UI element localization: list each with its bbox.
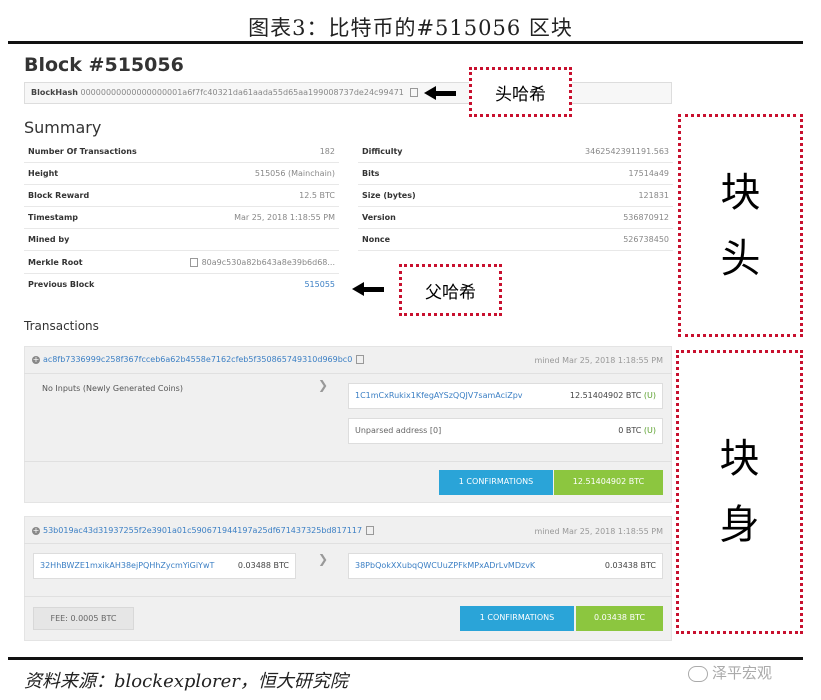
summary-row: Version 536870912 [358,207,673,229]
summary-label: Mined by [28,235,70,244]
copy-icon[interactable] [356,355,365,364]
callout-block-body-line2: 身 [719,502,760,548]
summary-value: 536870912 [623,213,669,222]
summary-label: Size (bytes) [362,191,416,200]
summary-row: Nonce 526738450 [358,229,673,251]
watermark-text: 泽平宏观 [712,664,773,682]
previous-block-link[interactable]: 515055 [304,274,335,296]
merkle-root-value[interactable]: 80a9c530a82b643a8e39b6d68... [189,252,335,274]
tx-hash-row: + ac8fb7336999c258f367fcceb6a62b4558e7162… [32,355,365,364]
total-amount-button[interactable]: 12.51404902 BTC [554,470,663,495]
transactions-title: Transactions [24,319,99,333]
callout-block-body-line1: 块 [719,436,760,482]
callout-parent-hash: 父哈希 [399,264,502,316]
summary-row: Bits 17514a49 [358,163,673,185]
fee-badge: FEE: 0.0005 BTC [33,607,134,630]
callout-block-header-line2: 头 [720,235,761,282]
summary-value: 526738450 [623,235,669,244]
summary-row: Timestamp Mar 25, 2018 1:18:55 PM [24,207,339,229]
tx-output-row: 38PbQokXXubqQWCUuZPFkMPxADrLvMDzvK 0.034… [348,553,663,579]
tx-hash-link[interactable]: 53b019ac43d31937255f2e3901a01c5906719441… [43,526,362,535]
figure-title: 图表3：比特币的#515056 区块 [248,16,573,40]
divider [24,461,672,462]
tx-inputs: No Inputs (Newly Generated Coins) [42,384,183,393]
summary-label: Previous Block [28,280,95,289]
tx-output-row: Unparsed address [0] 0 BTC (U) [348,418,663,444]
summary-row: Number Of Transactions 182 [24,141,339,163]
tx-output-flag: (U) [643,426,656,435]
summary-row: Previous Block 515055 [24,274,339,296]
tx-output-row: 1C1mCxRukix1KfegAYSzQQJV7samAciZpv 12.51… [348,383,663,409]
summary-label: Number Of Transactions [28,147,137,156]
tx-mined-time: mined Mar 25, 2018 1:18:55 PM [534,356,663,365]
block-hash-box: BlockHash 00000000000000000001a6f7fc4032… [24,82,672,104]
summary-label: Difficulty [362,147,403,156]
confirmations-button[interactable]: 1 CONFIRMATIONS [439,470,553,495]
tx-input-amount: 0.03488 BTC [237,561,289,570]
top-rule [8,41,803,44]
chevron-right-icon: ❯ [318,552,329,566]
summary-label: Merkle Root [28,258,83,267]
tx-output-amount: 12.51404902 BTC [569,391,642,400]
tx-hash-link[interactable]: ac8fb7336999c258f367fcceb6a62b4558e7162c… [43,355,352,364]
tx-output-flag: (U) [643,391,656,400]
summary-label: Timestamp [28,213,79,222]
tx-output-address[interactable]: 1C1mCxRukix1KfegAYSzQQJV7samAciZpv [355,384,523,408]
wechat-icon [688,665,708,682]
summary-row: Mined by [24,229,339,251]
summary-title: Summary [24,118,102,137]
summary-value: 12.5 BTC [299,191,335,200]
summary-row: Height 515056 (Mainchain) [24,163,339,185]
summary-value: 3462542391191.563 [585,147,669,156]
summary-label: Bits [362,169,380,178]
expand-icon[interactable]: + [32,355,40,364]
summary-value: 182 [319,147,335,156]
chevron-right-icon: ❯ [318,378,329,392]
block-hash-value: 00000000000000000001a6f7fc40321da61aada5… [80,88,404,97]
tx-output-amount: 0.03438 BTC [604,561,656,570]
total-amount-button[interactable]: 0.03438 BTC [576,606,663,631]
block-title: Block #515056 [24,54,184,76]
confirmations-button[interactable]: 1 CONFIRMATIONS [460,606,574,631]
tx-hash-row: +53b019ac43d31937255f2e3901a01c590671944… [32,526,375,535]
summary-label: Height [28,169,59,178]
summary-value: 17514a49 [628,169,669,178]
expand-icon[interactable]: + [32,526,40,535]
divider [24,596,672,597]
watermark: 泽平宏观 [688,662,772,683]
block-hash-label: BlockHash [31,88,78,97]
tx-output-address[interactable]: 38PbQokXXubqQWCUuZPFkMPxADrLvMDzvK [355,554,535,578]
summary-row: Merkle Root 80a9c530a82b643a8e39b6d68... [24,252,339,274]
source-note: 资料来源：blockexplorer，恒大研究院 [24,671,348,692]
copy-icon[interactable] [410,88,419,97]
callout-block-header-line1: 块 [720,169,761,216]
summary-row: Block Reward 12.5 BTC [24,185,339,207]
summary-row: Difficulty 3462542391191.563 [358,141,673,163]
callout-block-body: 块 身 [676,350,803,634]
summary-value: 121831 [638,191,669,200]
tx-input-address[interactable]: 32HhBWZE1mxikAH38ejPQHhZycmYiGiYwT [40,554,214,578]
tx-output-address: Unparsed address [0] [355,426,442,435]
tx-mined-time: mined Mar 25, 2018 1:18:55 PM [534,527,663,536]
summary-value: 515056 (Mainchain) [254,169,335,178]
summary-label: Nonce [362,235,391,244]
tx-input-row: 32HhBWZE1mxikAH38ejPQHhZycmYiGiYwT 0.034… [33,553,296,579]
summary-row: Size (bytes) 121831 [358,185,673,207]
summary-label: Block Reward [28,191,90,200]
callout-block-header: 块 头 [678,114,803,337]
summary-value: 80a9c530a82b643a8e39b6d68... [201,258,335,267]
tx-output-amount: 0 BTC [618,426,642,435]
copy-icon[interactable] [189,258,198,267]
summary-value: Mar 25, 2018 1:18:55 PM [234,213,335,222]
summary-label: Version [362,213,396,222]
copy-icon[interactable] [366,526,375,535]
bottom-rule [8,657,803,660]
callout-header-hash: 头哈希 [469,67,572,117]
